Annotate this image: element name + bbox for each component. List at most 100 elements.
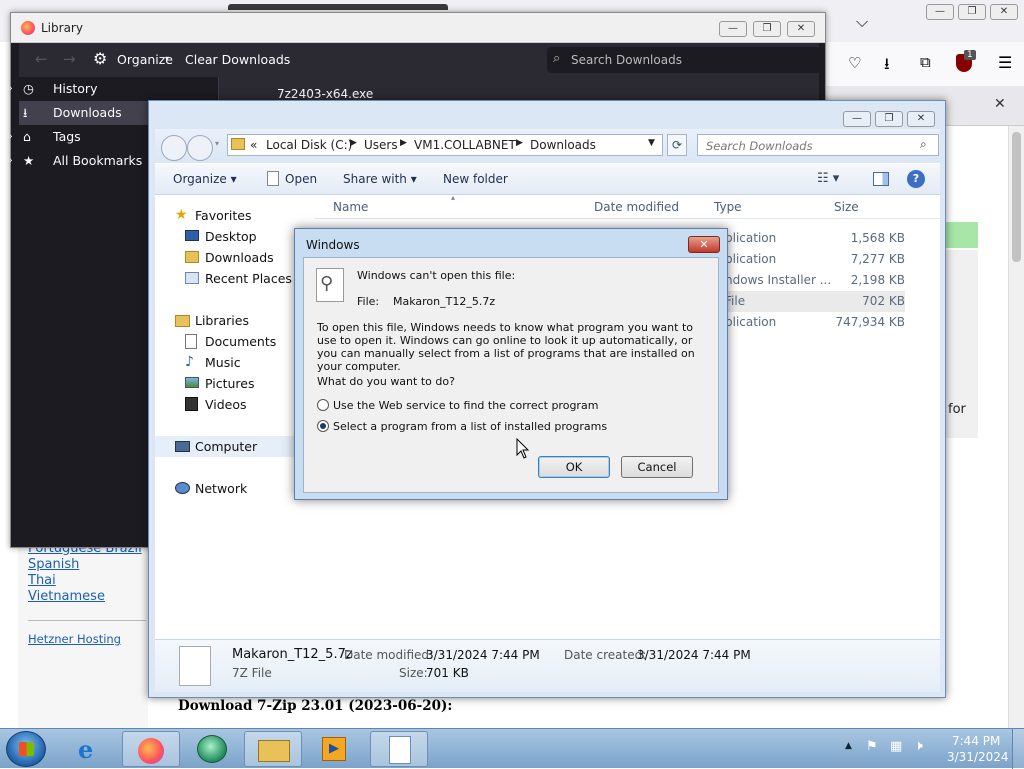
firefox-minimize-button[interactable]: —	[926, 4, 954, 20]
recent-pages-chevron-icon[interactable]: ▾	[215, 139, 219, 148]
library-titlebar: Library — ❐ ✕	[11, 13, 825, 43]
menu-icon[interactable]: ☰	[998, 53, 1012, 72]
nav-documents[interactable]: Documents	[155, 331, 313, 352]
nav-network[interactable]: Network	[155, 478, 313, 499]
downloads-icon[interactable]: ⭳	[884, 53, 890, 80]
nav-videos[interactable]: Videos	[155, 394, 313, 415]
help-icon[interactable]: ?	[907, 170, 925, 188]
action-center-flag-icon[interactable]: ⚑	[866, 739, 878, 754]
documents-icon	[185, 334, 197, 349]
breadcrumb-overflow[interactable]: «	[250, 138, 257, 152]
nav-downloads[interactable]: Downloads	[155, 247, 313, 268]
radio-web-service[interactable]	[317, 399, 329, 411]
column-type[interactable]: Type	[714, 200, 742, 214]
mouse-cursor-icon	[516, 438, 530, 459]
download-arrow-icon: ⭳	[23, 105, 28, 120]
library-minimize-button[interactable]: —	[719, 21, 747, 37]
refresh-icon[interactable]: ⟳	[667, 134, 687, 156]
clock-time[interactable]: 7:44 PM	[952, 734, 1000, 748]
cancel-button[interactable]: Cancel	[621, 456, 693, 478]
nav-pictures[interactable]: Pictures	[155, 373, 313, 394]
nav-label: Videos	[205, 397, 247, 412]
column-name[interactable]: Name	[333, 200, 368, 214]
row-type: plication	[725, 252, 777, 266]
firefox-logo-icon	[21, 21, 35, 35]
nav-label: Libraries	[195, 313, 249, 328]
explorer-search-input[interactable]: Search Downloads ⌕	[697, 134, 939, 156]
share-with-button[interactable]: Share with ▾	[343, 172, 417, 186]
nav-favorites[interactable]: ★ Favorites	[155, 205, 313, 226]
explorer-minimize-button[interactable]: —	[843, 111, 871, 127]
preview-pane-icon[interactable]	[873, 172, 889, 186]
breadcrumb-local-disk[interactable]: Local Disk (C:)	[266, 138, 352, 152]
open-button[interactable]: Open	[285, 172, 317, 186]
breadcrumb[interactable]: « Local Disk (C:) ▶ Users ▶ VM1.COLLABNE…	[227, 134, 663, 156]
nav-desktop[interactable]: Desktop	[155, 226, 313, 247]
new-folder-button[interactable]: New folder	[443, 172, 508, 186]
link-vietnamese[interactable]: Vietnamese	[28, 589, 142, 605]
firefox-close-button[interactable]: ✕	[990, 4, 1018, 20]
clock-date[interactable]: 3/31/2024	[947, 750, 1009, 764]
view-options-icon[interactable]: ☷ ▾	[817, 171, 839, 186]
breadcrumb-vm1[interactable]: VM1.COLLABNET	[414, 138, 516, 152]
taskbar-media-player[interactable]: ▶	[306, 731, 364, 767]
forward-arrow-icon[interactable]: →	[63, 50, 76, 68]
radio-web-service-label[interactable]: Use the Web service to find the correct …	[333, 399, 598, 412]
row-type: File	[725, 294, 746, 308]
page-language-links: Portuguese Brazil Spanish Thai Vietnames…	[28, 541, 142, 605]
forward-button[interactable]	[187, 135, 213, 161]
network-tray-icon[interactable]: ▦	[890, 739, 902, 754]
chevron-down-icon: ▾	[165, 54, 170, 63]
show-hidden-icons-icon[interactable]: ▲	[845, 741, 852, 751]
nav-recent-places[interactable]: Recent Places	[155, 268, 313, 289]
library-maximize-button[interactable]: ❐	[753, 21, 781, 37]
nav-libraries[interactable]: Libraries	[155, 310, 313, 331]
nav-music[interactable]: ♪ Music	[155, 352, 313, 373]
search-icon: ⌕	[553, 51, 561, 66]
show-desktop-button[interactable]	[1012, 729, 1024, 769]
link-thai[interactable]: Thai	[28, 573, 142, 589]
download-heading: Download 7-Zip 23.01 (2023-06-20):	[178, 698, 453, 714]
back-arrow-icon[interactable]: ←	[35, 50, 48, 68]
explorer-close-button[interactable]: ✕	[907, 111, 935, 127]
library-close-button[interactable]: ✕	[787, 21, 815, 37]
breadcrumb-users[interactable]: Users	[364, 138, 398, 152]
radio-installed-programs[interactable]	[317, 420, 329, 432]
link-hetzner-hosting[interactable]: Hetzner Hosting	[28, 632, 121, 646]
taskbar-file-explorer[interactable]	[244, 731, 302, 767]
pocket-icon[interactable]: ♡	[848, 54, 861, 72]
address-dropdown-icon[interactable]: ▼	[648, 138, 655, 148]
page-scrollbar[interactable]	[1008, 126, 1024, 728]
sidebar-item-history[interactable]: › ◷ History	[9, 77, 218, 101]
scrollbar-thumb[interactable]	[1012, 132, 1021, 262]
taskbar-app-green[interactable]	[184, 731, 242, 767]
radio-installed-programs-label[interactable]: Select a program from a list of installe…	[333, 420, 607, 433]
dialog-close-button[interactable]: ✕	[688, 236, 720, 253]
volume-muted-icon[interactable]: 🕨	[914, 738, 923, 754]
ok-button[interactable]: OK	[538, 456, 610, 478]
back-button[interactable]	[161, 135, 187, 161]
taskbar-firefox[interactable]	[122, 731, 180, 767]
start-button[interactable]	[6, 731, 46, 767]
gear-icon[interactable]: ⚙	[93, 49, 107, 68]
library-search-input[interactable]: ⌕ Search Downloads	[547, 47, 821, 73]
taskbar-dialog-window[interactable]	[370, 731, 428, 767]
row-size: 7,277 KB	[850, 252, 905, 266]
tab-list-chevron-icon[interactable]: ⌵	[856, 12, 868, 32]
download-item-name[interactable]: 7z2403-x64.exe	[277, 87, 373, 101]
taskbar-internet-explorer[interactable]: e	[62, 731, 120, 767]
sidebar-label: All Bookmarks	[53, 153, 143, 168]
desktop-icon	[185, 230, 199, 241]
nav-computer[interactable]: Computer	[155, 436, 313, 457]
firefox-maximize-button[interactable]: ❐	[958, 4, 986, 20]
column-date-modified[interactable]: Date modified	[594, 200, 679, 214]
extensions-icon[interactable]: ⧉	[920, 53, 931, 71]
column-size[interactable]: Size	[834, 200, 859, 214]
explorer-maximize-button[interactable]: ❐	[875, 111, 903, 127]
notification-close-icon[interactable]: ✕	[994, 96, 1006, 112]
link-spanish[interactable]: Spanish	[28, 557, 142, 573]
breadcrumb-downloads[interactable]: Downloads	[530, 138, 596, 152]
clear-downloads-button[interactable]: Clear Downloads	[185, 52, 290, 67]
organize-button[interactable]: Organize ▾	[173, 172, 237, 186]
firefox-active-tab[interactable]	[228, 4, 448, 10]
